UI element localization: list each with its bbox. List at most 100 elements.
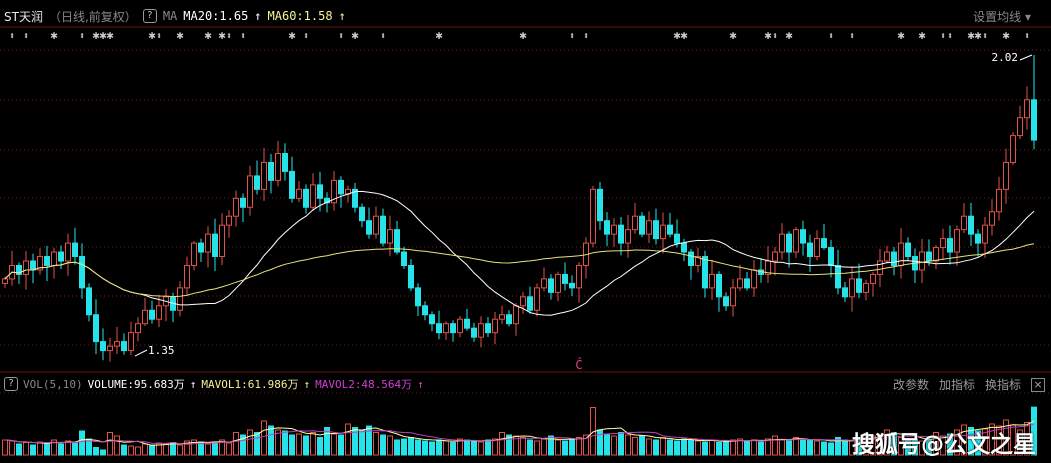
star-marker-icon: ✱ — [50, 28, 57, 42]
candle-body — [142, 309, 148, 325]
volume-bar — [485, 439, 491, 456]
candle-body — [23, 260, 29, 275]
ma60-value: MA60:1.58 — [267, 9, 333, 23]
candle-body — [261, 161, 267, 190]
volume-bar — [23, 442, 29, 456]
volume-bar — [499, 432, 505, 456]
candle-body — [842, 287, 848, 298]
switch-indicator-button[interactable]: 换指标 — [985, 376, 1021, 393]
volume-bar — [30, 444, 36, 456]
candle-body — [548, 278, 554, 293]
candle-body — [149, 309, 155, 320]
candle-body — [401, 251, 407, 266]
volume-bar — [9, 440, 15, 456]
volume-bar — [366, 425, 372, 456]
volume-bar — [429, 441, 435, 456]
volume-bar — [702, 441, 708, 456]
diamond-marker-icon: ⬍ — [240, 31, 246, 42]
volume-bar — [401, 438, 407, 456]
candle-body — [800, 229, 806, 244]
candle-body — [933, 247, 939, 262]
candle-body — [247, 175, 253, 208]
volume-bar — [345, 423, 351, 456]
volume-bar — [58, 443, 64, 456]
star-marker-icon: ✱ — [148, 28, 155, 42]
candle-body — [317, 184, 323, 199]
volume-bar — [107, 432, 113, 456]
candle-body — [807, 242, 813, 258]
candle-body — [310, 184, 316, 208]
ma-settings-dropdown[interactable]: 设置均线 ▾ — [973, 8, 1031, 25]
candle-body — [646, 220, 652, 235]
candle-body — [2, 278, 8, 284]
candle-body — [786, 233, 792, 253]
volume-bar — [415, 439, 421, 456]
candle-body — [751, 269, 757, 289]
candle-body — [86, 287, 92, 316]
volume-bar — [688, 439, 694, 456]
volume-bar — [800, 438, 806, 456]
volume-bar — [142, 443, 148, 456]
candle-body — [954, 229, 960, 253]
volume-bar — [352, 427, 358, 456]
volume-bar — [436, 439, 442, 456]
diamond-marker-icon: ⬍ — [1024, 31, 1030, 42]
candle-body — [744, 278, 750, 289]
volume-bar — [394, 439, 400, 456]
candle-body — [730, 287, 736, 307]
volume-bar — [422, 440, 428, 456]
candle-body — [128, 332, 134, 352]
candle-body — [653, 220, 659, 240]
candle-body — [415, 287, 421, 307]
watermark: 搜狐号@公文之星 — [852, 432, 1036, 458]
volume-bar — [639, 435, 645, 456]
add-indicator-button[interactable]: 加指标 — [939, 376, 975, 393]
volume-bar — [464, 439, 470, 456]
star-marker-icon: ✱ — [974, 28, 981, 42]
candle-body — [604, 220, 610, 235]
candle-body — [702, 256, 708, 289]
edit-params-button[interactable]: 改参数 — [893, 376, 929, 393]
volume-bar — [674, 440, 680, 456]
candle-body — [303, 188, 309, 208]
volume-bar — [72, 442, 78, 456]
close-icon[interactable]: × — [1031, 377, 1045, 392]
volume-bar — [478, 441, 484, 456]
star-marker-icon: ✱ — [106, 28, 113, 42]
volume-bar — [135, 446, 141, 456]
volume-bar — [100, 449, 106, 456]
candle-body — [58, 251, 64, 262]
candle-body — [135, 323, 141, 334]
candle-body — [996, 188, 1002, 213]
volume-bar — [233, 432, 239, 456]
candle-body — [660, 224, 666, 240]
candle-body — [289, 170, 295, 199]
volume-bar — [359, 429, 365, 456]
volume-indicator-name: VOL(5,10) — [23, 377, 83, 391]
volume-bar — [114, 435, 120, 456]
volume-bar — [296, 433, 302, 456]
volume-bar — [247, 429, 253, 456]
candle-body — [93, 314, 99, 343]
candle-body — [541, 278, 547, 289]
volume-bar — [527, 439, 533, 456]
volume-bar — [2, 439, 8, 456]
diamond-marker-icon: ⬍ — [380, 31, 386, 42]
volume-bar — [765, 438, 771, 456]
volume-bar — [681, 438, 687, 456]
diamond-marker-icon: ⬍ — [849, 31, 855, 42]
volume-bar — [289, 434, 295, 456]
help-button[interactable]: ? — [4, 377, 19, 391]
diamond-marker-icon: ⬍ — [156, 31, 162, 42]
candle-body — [835, 264, 841, 289]
volume-bar — [828, 442, 834, 456]
candle-body — [282, 153, 288, 172]
diamond-marker-icon: ⬍ — [338, 31, 344, 42]
help-button[interactable]: ? — [142, 9, 157, 23]
diamond-marker-icon: ⬍ — [772, 31, 778, 42]
diamond-marker-icon: ⬍ — [23, 31, 29, 42]
stock-name: ST天润 — [4, 9, 43, 24]
volume-bar — [646, 438, 652, 456]
volume-bar — [121, 444, 127, 456]
star-marker-icon: ✱ — [218, 28, 225, 42]
